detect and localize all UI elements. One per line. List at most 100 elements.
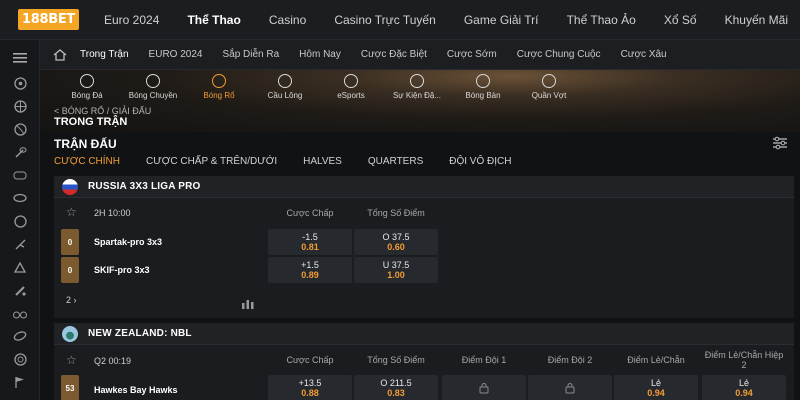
odds-odd-even[interactable]: Lẻ 0.94 xyxy=(614,375,698,400)
match-time: 2H 10:00 xyxy=(94,208,131,218)
esports-icon[interactable] xyxy=(12,167,28,183)
subnav-euro-2024[interactable]: EURO 2024 xyxy=(149,49,203,60)
volleyball-icon xyxy=(146,74,160,88)
match-time: Q2 00:19 xyxy=(94,356,132,366)
odds-price: 0.83 xyxy=(387,387,405,398)
column-header-handicap: Cược Chấp xyxy=(286,208,334,218)
odds-price: 1.00 xyxy=(387,269,405,280)
esports-icon xyxy=(344,74,358,88)
column-header-total: Tổng Số Điểm xyxy=(367,355,425,365)
subnav-hom-nay[interactable]: Hôm Nay xyxy=(299,49,341,60)
russia-flag-icon xyxy=(62,178,78,195)
hockey-icon[interactable] xyxy=(12,259,28,275)
lock-icon xyxy=(479,383,489,394)
column-header-odd-even: Điểm Lẻ/Chẵn xyxy=(627,355,685,365)
column-header-total: Tổng Số Điểm xyxy=(367,208,425,218)
odds-total-under[interactable]: U 37.5 1.00 xyxy=(354,257,438,283)
tennis-icon[interactable] xyxy=(12,144,28,160)
odds-price: 0.94 xyxy=(735,387,753,398)
cricket-icon[interactable] xyxy=(12,282,28,298)
flag-icon[interactable] xyxy=(12,374,28,390)
league-name: RUSSIA 3X3 LIGA PRO xyxy=(88,181,201,192)
logo-text: 188BET xyxy=(18,9,79,30)
statistics-icon[interactable] xyxy=(241,296,255,309)
sport-label: eSports xyxy=(337,91,365,100)
more-markets-count: 2 xyxy=(66,295,72,305)
odds-line: +1.5 xyxy=(301,259,319,270)
nav-item-the-thao-ao[interactable]: Thể Thao Ảo xyxy=(567,13,636,27)
subnav-cuoc-xau[interactable]: Cược Xâu xyxy=(621,49,667,60)
badminton-icon xyxy=(278,74,292,88)
darts-icon[interactable] xyxy=(12,351,28,367)
odds-total-over[interactable]: O 37.5 0.60 xyxy=(354,229,438,255)
nav-item-game-giai-tri[interactable]: Game Giải Trí xyxy=(464,13,539,27)
subnav-cuoc-som[interactable]: Cược Sớm xyxy=(447,49,497,60)
rugby-icon[interactable] xyxy=(12,328,28,344)
more-markets-button[interactable]: 2 › xyxy=(66,295,77,305)
odds-line: O 37.5 xyxy=(382,231,410,242)
team-score: 0 xyxy=(61,257,79,283)
league-block-new-zealand: NEW ZEALAND: NBL ☆ Q2 00:19 Cược Chấp Tổ… xyxy=(54,323,794,400)
sport-su-kien-dac-biet[interactable]: Sự Kiện Đặ... xyxy=(384,74,450,100)
favorite-star-icon[interactable]: ☆ xyxy=(66,353,77,367)
tab-cuoc-chap-tren-duoi[interactable]: CƯỢC CHẤP & TRÊN/DƯỚI xyxy=(146,156,277,167)
tab-halves[interactable]: HALVES xyxy=(303,156,342,167)
odds-price: 0.88 xyxy=(301,387,319,398)
odds-line: O 211.5 xyxy=(380,377,412,388)
menu-icon[interactable] xyxy=(12,50,28,66)
odds-odd-even-half2[interactable]: Lẻ 0.94 xyxy=(702,375,786,400)
team-name: Spartak-pro 3x3 xyxy=(94,237,163,247)
nav-item-euro-2024[interactable]: Euro 2024 xyxy=(104,13,159,27)
tab-doi-vo-dich[interactable]: ĐỘI VÔ ĐỊCH xyxy=(449,156,511,167)
nav-item-casino[interactable]: Casino xyxy=(269,13,306,27)
subnav-cuoc-dac-biet[interactable]: Cược Đặc Biệt xyxy=(361,49,427,60)
cycling-icon[interactable] xyxy=(12,305,28,321)
sport-quan-vot[interactable]: Quần Vợt xyxy=(516,74,582,100)
subnav-trong-tran[interactable]: Trong Trận xyxy=(80,49,129,60)
sport-bong-chuyen[interactable]: Bóng Chuyền xyxy=(120,74,186,100)
sport-esports[interactable]: eSports xyxy=(318,74,384,100)
home-icon[interactable] xyxy=(40,48,80,61)
subnav-cuoc-chung-cuoc[interactable]: Cược Chung Cuộc xyxy=(517,49,601,60)
nav-item-khuyen-mai[interactable]: Khuyến Mãi xyxy=(725,13,788,27)
league-name: NEW ZEALAND: NBL xyxy=(88,328,192,339)
sport-bong-ban[interactable]: Bóng Bàn xyxy=(450,74,516,100)
nav-item-the-thao[interactable]: Thể Thao xyxy=(187,13,240,27)
sport-cau-long[interactable]: Cầu Lông xyxy=(252,74,318,100)
main-menu: Euro 2024 Thể Thao Casino Casino Trực Tu… xyxy=(84,13,800,27)
badminton-icon[interactable] xyxy=(12,236,28,252)
tab-cuoc-chinh[interactable]: CƯỢC CHÍNH xyxy=(54,156,120,167)
league-header[interactable]: NEW ZEALAND: NBL xyxy=(54,323,794,345)
sport-bong-ro[interactable]: Bóng Rổ xyxy=(186,74,252,100)
page-title: TRONG TRẬN xyxy=(54,116,128,128)
odds-line: -1.5 xyxy=(302,231,318,242)
soccer-icon[interactable] xyxy=(12,75,28,91)
nav-item-xo-so[interactable]: Xổ Số xyxy=(664,13,697,27)
brand-logo[interactable]: 188BET xyxy=(0,0,84,40)
american-football-icon[interactable] xyxy=(12,190,28,206)
favorite-star-icon[interactable]: ☆ xyxy=(66,205,77,219)
column-header-team1-points: Điểm Đội 1 xyxy=(461,355,507,365)
tab-quarters[interactable]: QUARTERS xyxy=(368,156,423,167)
sport-bong-da[interactable]: Bóng Đá xyxy=(54,74,120,100)
subnav-sap-dien-ra[interactable]: Sắp Diễn Ra xyxy=(222,49,279,60)
basketball-icon[interactable] xyxy=(12,98,28,114)
odds-team1-points-locked xyxy=(442,375,526,400)
team-name: SKIF-pro 3x3 xyxy=(94,265,150,275)
volleyball-icon[interactable] xyxy=(12,121,28,137)
odds-line: Lẻ xyxy=(650,377,661,388)
odds-handicap-away[interactable]: +1.5 0.89 xyxy=(268,257,352,283)
odds-price: 0.60 xyxy=(387,241,405,252)
odds-total-over[interactable]: O 211.5 0.83 xyxy=(354,375,438,400)
team-score: 53 xyxy=(61,375,79,400)
odds-price: 0.89 xyxy=(301,269,319,280)
league-header[interactable]: RUSSIA 3X3 LIGA PRO xyxy=(54,176,794,198)
nav-item-casino-truc-tuyen[interactable]: Casino Trực Tuyến xyxy=(334,13,435,27)
baseball-icon[interactable] xyxy=(12,213,28,229)
hero-banner: Bóng Đá Bóng Chuyền Bóng Rổ Cầu Lông eSp… xyxy=(40,70,800,132)
breadcrumb[interactable]: < BÓNG RỔ / GIẢI ĐẤU xyxy=(54,106,151,116)
filter-settings-icon[interactable] xyxy=(772,136,788,150)
odds-handicap-home[interactable]: +13.5 0.88 xyxy=(268,375,352,400)
soccer-icon xyxy=(80,74,94,88)
odds-handicap-home[interactable]: -1.5 0.81 xyxy=(268,229,352,255)
